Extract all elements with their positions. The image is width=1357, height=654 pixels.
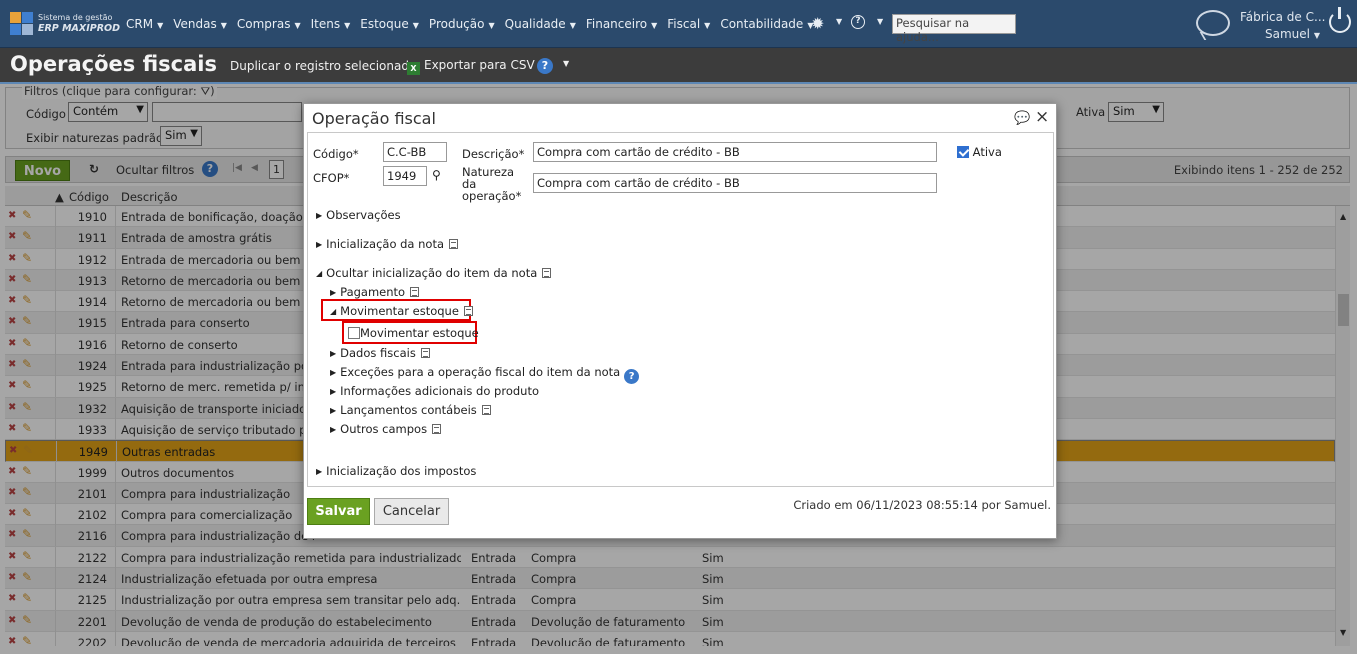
menu-itens[interactable]: Itens ▼	[311, 17, 351, 31]
close-icon[interactable]: ×	[1035, 107, 1049, 127]
menu-contabilidade[interactable]: Contabilidade ▼	[720, 17, 813, 31]
export-csv-button[interactable]: X Exportar para CSV	[407, 58, 535, 75]
gear-icon[interactable]: ✹	[811, 14, 824, 33]
created-info: Criado em 06/11/2023 08:55:14 por Samuel…	[793, 498, 1051, 512]
page-title: Operações fiscais	[10, 52, 217, 76]
top-navbar: Sistema de gestão ERP MAXIPROD CRM ▼ Vend…	[0, 0, 1357, 48]
page-header: Operações fiscais Duplicar o registro se…	[0, 48, 1357, 84]
brand-line2: ERP MAXIPROD	[38, 23, 120, 34]
search-icon[interactable]: ⚲	[432, 168, 441, 182]
chat-icon[interactable]	[1196, 10, 1230, 36]
help-search-input[interactable]: Pesquisar na ajuda...	[892, 14, 1016, 44]
section-outros-campos[interactable]: ▶ Outros campos	[330, 422, 442, 436]
menu-fiscal[interactable]: Fiscal ▼	[667, 17, 710, 31]
document-icon	[432, 424, 442, 434]
codigo-label: Código*	[313, 147, 359, 161]
help-icon[interactable]: ?	[851, 15, 865, 29]
section-pagamento[interactable]: ▶ Pagamento	[330, 285, 420, 299]
menu-qualidade[interactable]: Qualidade ▼	[505, 17, 576, 31]
section-inicializacao-nota[interactable]: ▶ Inicialização da nota	[316, 237, 459, 251]
descricao-input[interactable]: Compra com cartão de crédito - BB	[533, 142, 937, 162]
movimentar-estoque-checkbox[interactable]: Movimentar estoque	[348, 326, 479, 340]
excel-icon: X	[407, 62, 420, 75]
natureza-label: Natureza da operação*	[462, 165, 522, 203]
help-icon[interactable]: ?	[537, 58, 553, 74]
dialog-title: Operação fiscal	[312, 109, 436, 128]
menu-vendas[interactable]: Vendas ▼	[173, 17, 227, 31]
menu-estoque[interactable]: Estoque ▼	[360, 17, 419, 31]
help-icon[interactable]: ?	[624, 369, 640, 384]
operacao-fiscal-dialog: Operação fiscal 💬 × Código* C.C-BB Descr…	[303, 103, 1057, 539]
menu-crm[interactable]: CRM ▼	[126, 17, 163, 31]
cfop-label: CFOP*	[313, 171, 350, 185]
codigo-input[interactable]: C.C-BB	[383, 142, 447, 162]
document-icon	[481, 405, 491, 415]
menu-compras[interactable]: Compras ▼	[237, 17, 301, 31]
section-dados-fiscais[interactable]: ▶ Dados fiscais	[330, 346, 430, 360]
natureza-input[interactable]: Compra com cartão de crédito - BB	[533, 173, 937, 193]
descricao-label: Descrição*	[462, 147, 525, 161]
cfop-input[interactable]: 1949	[383, 166, 427, 186]
chevron-down-icon[interactable]: ▼	[836, 17, 842, 26]
menu-producao[interactable]: Produção ▼	[429, 17, 495, 31]
save-button[interactable]: Salvar	[307, 498, 370, 525]
main-menu: CRM ▼ Vendas ▼ Compras ▼ Itens ▼ Estoque ▼ Pr…	[126, 17, 823, 31]
section-ocultar-item[interactable]: ◢ Ocultar inicialização do item da nota	[316, 266, 552, 280]
chat-bubble-icon[interactable]: 💬	[1014, 111, 1030, 126]
brand-line1: Sistema de gestão	[38, 13, 113, 22]
section-observacoes[interactable]: ▶ Observações	[316, 208, 401, 222]
section-inicializacao-impostos[interactable]: ▶ Inicialização dos impostos	[316, 464, 476, 478]
chevron-down-icon[interactable]: ▼	[877, 17, 883, 26]
checkbox-checked-icon[interactable]	[957, 146, 969, 158]
checkbox-unchecked-icon[interactable]	[348, 327, 360, 339]
user-menu[interactable]: Samuel ▼	[1265, 27, 1320, 41]
menu-financeiro[interactable]: Financeiro ▼	[586, 17, 657, 31]
section-movimentar-estoque[interactable]: ◢ Movimentar estoque	[330, 304, 473, 318]
company-name[interactable]: Fábrica de C...	[1240, 10, 1325, 24]
cancel-button[interactable]: Cancelar	[374, 498, 449, 525]
document-icon	[410, 287, 420, 297]
duplicate-button[interactable]: Duplicar o registro selecionado	[230, 59, 416, 73]
section-excecoes[interactable]: ▶ Exceções para a operação fiscal do item…	[330, 365, 640, 384]
section-info-adicionais[interactable]: ▶ Informações adicionais do produto	[330, 384, 539, 398]
app-logo	[10, 12, 34, 36]
chevron-down-icon[interactable]: ▼	[563, 59, 569, 68]
power-icon[interactable]	[1329, 7, 1351, 33]
dialog-body: Código* C.C-BB Descrição* Compra com car…	[307, 132, 1054, 487]
document-icon	[463, 306, 473, 316]
section-lancamentos[interactable]: ▶ Lançamentos contábeis	[330, 403, 491, 417]
document-icon	[542, 268, 552, 278]
document-icon	[420, 348, 430, 358]
ativa-checkbox[interactable]: Ativa	[957, 145, 1002, 159]
document-icon	[449, 239, 459, 249]
